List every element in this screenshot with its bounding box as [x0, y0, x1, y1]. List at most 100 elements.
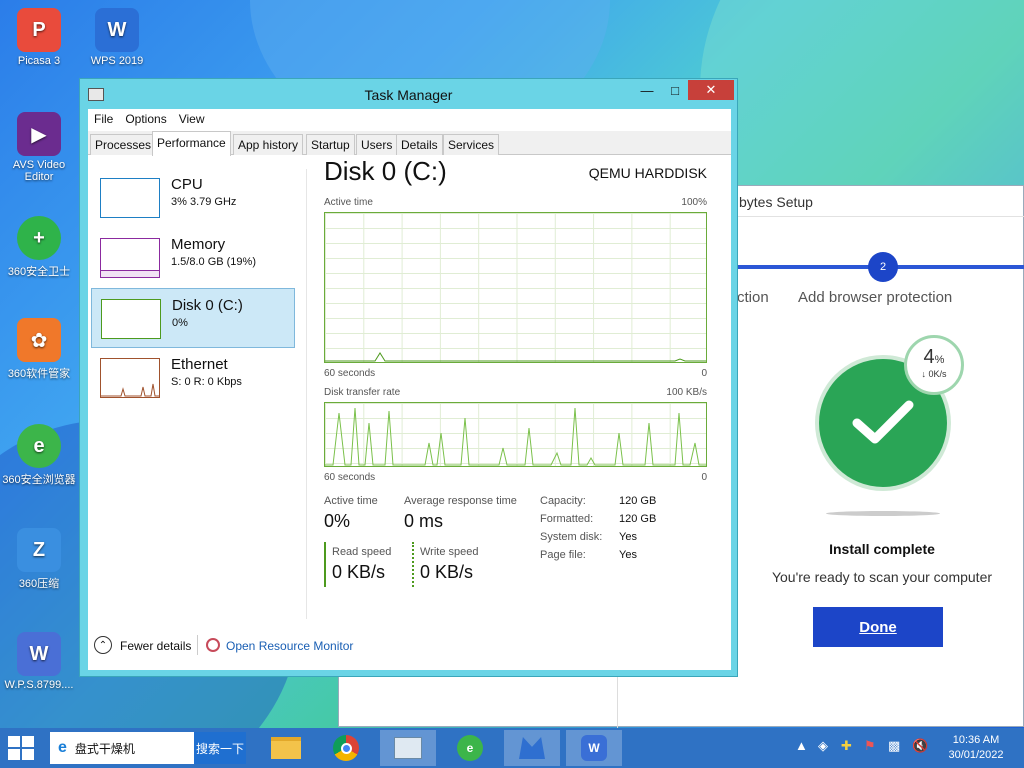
- resource-item-ethernet[interactable]: Ethernet S: 0 R: 0 Kbps: [91, 348, 295, 408]
- read-speed-bar: [324, 542, 326, 587]
- read-speed-value: 0 KB/s: [332, 562, 386, 582]
- desktop-icon-360-software[interactable]: ✿ 360软件管家: [0, 318, 78, 381]
- desktop-icon-wps[interactable]: W WPS 2019: [78, 8, 156, 67]
- taskbar: e 盘式干燥机 搜索一下 e W ▲ ◈ ✚ ⚑ ▩ 🔇 10:36 AM 30…: [0, 728, 1024, 768]
- step-indicator: 2: [868, 252, 898, 282]
- active-time-label: Active time: [324, 495, 378, 507]
- resource-detail: 3% 3.79 GHz: [171, 196, 237, 208]
- resource-monitor-icon: [206, 638, 220, 652]
- desktop-icon-label: 360软件管家: [7, 368, 71, 380]
- desktop-icon-360-zip[interactable]: Z 360压缩: [0, 528, 78, 591]
- shield-plus-icon: +: [17, 216, 61, 260]
- menu-file[interactable]: File: [88, 109, 119, 130]
- desktop-icon-360-browser[interactable]: e 360安全浏览器: [0, 424, 78, 487]
- desktop-icon-label: W.P.S.8799....: [4, 679, 74, 691]
- search-button[interactable]: 搜索一下: [194, 732, 246, 764]
- wps-installer-icon: W: [17, 632, 61, 676]
- speed-percent: 4: [923, 346, 935, 368]
- active-time-graph-max: 100%: [681, 197, 707, 208]
- tray-flag-icon[interactable]: ⚑: [864, 738, 876, 754]
- formatted-value: 120 GB: [619, 513, 657, 525]
- desktop-icon-label: 360压缩: [18, 578, 60, 590]
- install-complete-heading: Install complete: [829, 541, 935, 557]
- archive-icon: Z: [17, 528, 61, 572]
- resource-name: Ethernet: [171, 356, 228, 373]
- taskbar-malwarebytes[interactable]: [504, 730, 560, 766]
- done-button[interactable]: Done: [813, 607, 943, 647]
- maximize-button[interactable]: □: [662, 80, 688, 100]
- transfer-rate-graph-label: Disk transfer rate: [324, 387, 401, 398]
- active-time-graph-duration: 60 seconds: [324, 368, 376, 379]
- write-speed-bar: [412, 542, 414, 587]
- taskbar-wps[interactable]: W: [566, 730, 622, 766]
- tray-app-icon[interactable]: ◈: [818, 738, 828, 754]
- resource-item-memory[interactable]: Memory 1.5/8.0 GB (19%): [91, 228, 295, 288]
- footer-divider: [617, 676, 618, 728]
- disk-model: QEMU HARDDISK: [588, 165, 707, 181]
- browser-icon: e: [457, 735, 483, 761]
- tab-app-history[interactable]: App history: [233, 134, 304, 155]
- resource-list: CPU 3% 3.79 GHz Memory 1.5/8.0 GB (19%) …: [88, 156, 301, 616]
- fewer-details-link[interactable]: Fewer details: [120, 639, 191, 653]
- tray-volume-muted-icon[interactable]: 🔇: [912, 738, 928, 754]
- desktop-icon-wps-installer[interactable]: W W.P.S.8799....: [0, 632, 78, 691]
- active-time-graph-label: Active time: [324, 197, 373, 208]
- taskbar-chrome[interactable]: [318, 730, 374, 766]
- taskbar-360-browser[interactable]: e: [442, 730, 498, 766]
- open-resource-monitor-link[interactable]: Open Resource Monitor: [226, 639, 353, 653]
- task-manager-icon: [394, 737, 422, 759]
- taskbar-task-manager[interactable]: [380, 730, 436, 766]
- cpu-thumbnail-graph: [100, 178, 160, 218]
- tab-users[interactable]: Users: [356, 134, 398, 155]
- folder-icon: [271, 737, 301, 759]
- close-button[interactable]: ✕: [688, 80, 734, 100]
- desktop-icon-label: 360安全卫士: [7, 266, 71, 278]
- video-editor-icon: ▶: [17, 112, 61, 156]
- resource-name: Memory: [171, 236, 226, 253]
- tab-details[interactable]: Details: [396, 134, 443, 155]
- transfer-rate-graph-duration: 60 seconds: [324, 472, 376, 483]
- footer: ⌃ Fewer details Open Resource Monitor: [88, 616, 731, 670]
- write-speed-value: 0 KB/s: [420, 562, 474, 582]
- desktop-icon-360-safe[interactable]: + 360安全卫士: [0, 216, 78, 279]
- taskbar-clock[interactable]: 10:36 AM 30/01/2022: [944, 733, 1008, 763]
- avg-response-value: 0 ms: [404, 511, 444, 531]
- page-file-label: Page file:: [540, 549, 586, 561]
- resource-item-cpu[interactable]: CPU 3% 3.79 GHz: [91, 168, 295, 228]
- speed-rate: ↓ 0K/s: [921, 369, 947, 379]
- minimize-button[interactable]: —: [633, 80, 661, 100]
- panel-divider: [306, 169, 307, 619]
- tab-strip: Processes Performance App history Startu…: [88, 131, 731, 156]
- taskbar-search-box[interactable]: e 盘式干燥机: [50, 732, 194, 764]
- chevron-up-icon[interactable]: ⌃: [94, 636, 112, 654]
- disk-thumbnail-graph: [101, 299, 161, 339]
- tab-processes[interactable]: Processes: [90, 134, 157, 155]
- desktop-icon-picasa[interactable]: P Picasa 3: [0, 8, 78, 67]
- tray-network-icon[interactable]: ▩: [888, 738, 900, 754]
- clock-date: 30/01/2022: [948, 749, 1004, 761]
- start-button[interactable]: [8, 736, 34, 760]
- wps-icon: W: [95, 8, 139, 52]
- step-label-current: Add browser protection: [798, 289, 953, 306]
- capacity-value: 120 GB: [619, 495, 657, 507]
- transfer-rate-graph: [324, 402, 707, 467]
- resource-detail: S: 0 R: 0 Kbps: [171, 376, 242, 388]
- tab-performance[interactable]: Performance: [152, 131, 231, 156]
- menu-view[interactable]: View: [173, 109, 211, 130]
- write-speed-label: Write speed: [420, 546, 479, 558]
- menu-options[interactable]: Options: [119, 109, 172, 130]
- tray-360-icon[interactable]: ✚: [841, 738, 852, 754]
- memory-thumbnail-graph: [100, 238, 160, 278]
- resource-item-disk[interactable]: Disk 0 (C:) 0%: [91, 288, 295, 348]
- active-time-value: 0%: [324, 511, 351, 531]
- avg-response-label: Average response time: [404, 495, 517, 507]
- tab-startup[interactable]: Startup: [306, 134, 355, 155]
- tray-expand-icon[interactable]: ▲: [795, 738, 808, 753]
- title-bar[interactable]: Task Manager — □ ✕: [80, 79, 737, 109]
- taskbar-file-explorer[interactable]: [258, 730, 314, 766]
- active-time-graph-min: 0: [701, 368, 707, 379]
- chrome-icon: [333, 735, 359, 761]
- tab-services[interactable]: Services: [443, 134, 500, 155]
- search-text: 盘式干燥机: [74, 741, 135, 756]
- desktop-icon-avs-video-editor[interactable]: ▶ AVS Video Editor: [0, 112, 78, 183]
